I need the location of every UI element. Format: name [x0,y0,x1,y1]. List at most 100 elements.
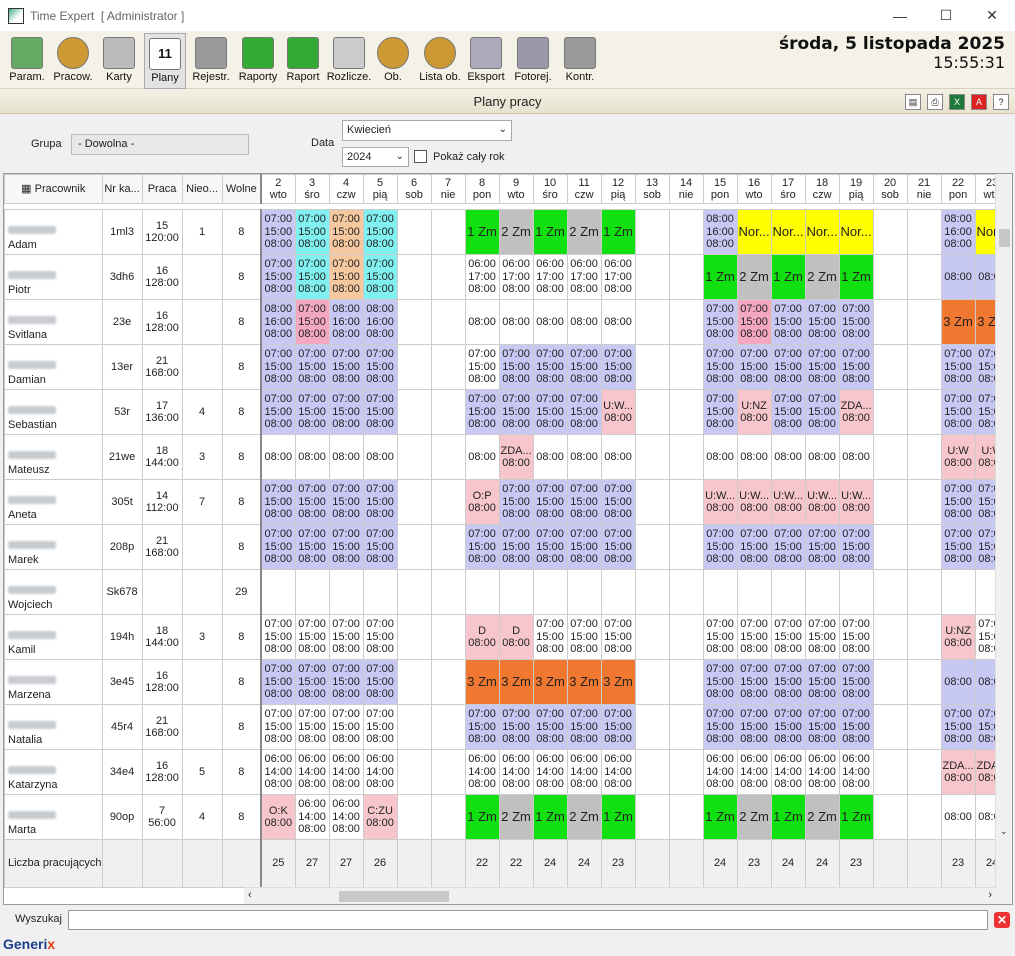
employee-row[interactable]: Adam 1ml3 15 120:00 1 8 07:00 15:00 08:00 07:00 15… [4,209,1010,255]
employee-row[interactable]: Natalia 45r4 21 168:00 8 07:00 15:00 08:00 07:00… [4,704,1010,750]
schedule-cell[interactable]: 07:00 15:00 08:00 [940,704,976,750]
schedule-cell[interactable] [872,434,908,480]
employee-name[interactable]: Natalia [4,704,103,750]
schedule-cell[interactable] [498,569,534,615]
schedule-cell[interactable]: 08:00 [736,434,772,480]
schedule-cell[interactable] [668,479,704,525]
column-header[interactable]: Nieo... [181,174,223,204]
schedule-cell[interactable]: 06:00 17:00 08:00 [532,254,568,300]
schedule-cell[interactable] [838,569,874,615]
schedule-cell[interactable] [906,749,942,795]
schedule-cell[interactable]: 1 Zm [702,794,738,840]
schedule-cell[interactable]: 07:00 15:00 08:00 [804,299,840,345]
employee-row[interactable]: Marta 90op 7 56:00 4 8 O:K 08:00 06:00 14:00 08:00… [4,794,1010,840]
schedule-cell[interactable]: 07:00 15:00 08:00 [294,299,330,345]
schedule-cell[interactable]: 07:00 15:00 08:00 [838,299,874,345]
schedule-cell[interactable]: 07:00 15:00 08:00 [362,389,398,435]
schedule-cell[interactable]: 07:00 15:00 08:00 [260,344,296,390]
schedule-cell[interactable] [668,614,704,660]
schedule-cell[interactable]: 06:00 14:00 08:00 [702,749,738,795]
schedule-cell[interactable]: 07:00 15:00 08:00 [260,524,296,570]
show-year-checkbox[interactable] [414,150,427,163]
schedule-cell[interactable]: ZDA... 08:00 [940,749,976,795]
schedule-cell[interactable] [430,749,466,795]
schedule-cell[interactable]: 06:00 14:00 08:00 [294,794,330,840]
schedule-cell[interactable]: 07:00 15:00 08:00 [294,254,330,300]
schedule-cell[interactable]: 08:00 [702,434,738,480]
print-preview-icon[interactable]: ▤ [905,94,921,110]
employee-name[interactable]: Marek [4,524,103,570]
schedule-cell[interactable]: 07:00 15:00 08:00 [498,524,534,570]
schedule-cell[interactable] [702,569,738,615]
schedule-cell[interactable]: 07:00 15:00 08:00 [328,704,364,750]
schedule-cell[interactable]: 07:00 15:00 08:00 [600,704,636,750]
schedule-cell[interactable]: 07:00 15:00 08:00 [736,704,772,750]
schedule-cell[interactable] [430,659,466,705]
schedule-cell[interactable]: 2 Zm [566,794,602,840]
schedule-cell[interactable]: 07:00 15:00 08:00 [362,524,398,570]
schedule-cell[interactable] [906,524,942,570]
schedule-cell[interactable]: 07:00 15:00 08:00 [260,254,296,300]
schedule-cell[interactable]: 07:00 15:00 08:00 [532,479,568,525]
schedule-cell[interactable]: U:W 08:00 [940,434,976,480]
schedule-cell[interactable]: Nor... [770,209,806,255]
schedule-cell[interactable] [770,569,806,615]
schedule-cell[interactable] [872,524,908,570]
schedule-cell[interactable] [634,569,670,615]
schedule-cell[interactable]: 06:00 17:00 08:00 [464,254,500,300]
day-header[interactable]: 6 sob [396,174,432,204]
schedule-cell[interactable] [668,254,704,300]
schedule-cell[interactable]: 2 Zm [736,254,772,300]
schedule-cell[interactable]: 07:00 15:00 08:00 [702,524,738,570]
schedule-cell[interactable] [872,749,908,795]
day-header[interactable]: 5 pią [362,174,398,204]
schedule-cell[interactable] [294,569,330,615]
schedule-cell[interactable]: 08:00 [328,434,364,480]
schedule-cell[interactable] [668,209,704,255]
column-header[interactable]: Nr ka... [101,174,143,204]
schedule-cell[interactable] [396,299,432,345]
schedule-cell[interactable]: 07:00 15:00 08:00 [532,344,568,390]
schedule-cell[interactable]: 07:00 15:00 08:00 [260,479,296,525]
schedule-cell[interactable]: 07:00 15:00 08:00 [736,614,772,660]
day-header[interactable]: 14 nie [668,174,704,204]
schedule-cell[interactable]: 3 Zm [464,659,500,705]
schedule-cell[interactable]: 07:00 15:00 08:00 [294,389,330,435]
schedule-cell[interactable]: 07:00 15:00 08:00 [804,344,840,390]
schedule-cell[interactable]: 07:00 15:00 08:00 [498,479,534,525]
schedule-cell[interactable] [600,569,636,615]
schedule-cell[interactable] [668,659,704,705]
schedule-cell[interactable]: 07:00 15:00 08:00 [940,479,976,525]
toolbar-param-button[interactable]: Param. [4,33,50,89]
excel-icon[interactable]: X [949,94,965,110]
schedule-cell[interactable]: 07:00 15:00 08:00 [838,344,874,390]
schedule-cell[interactable]: ZDA... 08:00 [838,389,874,435]
schedule-cell[interactable]: 07:00 15:00 08:00 [600,344,636,390]
schedule-cell[interactable]: 07:00 15:00 08:00 [736,344,772,390]
schedule-cell[interactable] [328,569,364,615]
schedule-cell[interactable] [906,704,942,750]
schedule-cell[interactable]: 07:00 15:00 08:00 [702,389,738,435]
employee-name[interactable]: Svitlana [4,299,103,345]
schedule-cell[interactable] [906,254,942,300]
schedule-cell[interactable]: 07:00 15:00 08:00 [532,524,568,570]
schedule-cell[interactable]: U:W... 08:00 [770,479,806,525]
schedule-cell[interactable]: 07:00 15:00 08:00 [600,524,636,570]
schedule-cell[interactable]: 07:00 15:00 08:00 [600,614,636,660]
schedule-cell[interactable]: 07:00 15:00 08:00 [600,479,636,525]
schedule-cell[interactable] [668,794,704,840]
schedule-cell[interactable] [872,389,908,435]
schedule-cell[interactable] [634,524,670,570]
schedule-cell[interactable]: O:K 08:00 [260,794,296,840]
schedule-cell[interactable]: 07:00 15:00 08:00 [702,344,738,390]
schedule-cell[interactable]: 07:00 15:00 08:00 [260,614,296,660]
schedule-cell[interactable]: 07:00 15:00 08:00 [362,614,398,660]
schedule-cell[interactable]: 07:00 15:00 08:00 [260,659,296,705]
toolbar-rozlicze-button[interactable]: Rozlicze. [326,33,372,89]
schedule-cell[interactable]: 07:00 15:00 08:00 [260,209,296,255]
day-header[interactable]: 4 czw [328,174,364,204]
schedule-cell[interactable]: C:ZU 08:00 [362,794,398,840]
schedule-cell[interactable]: 06:00 14:00 08:00 [498,749,534,795]
schedule-cell[interactable] [906,569,942,615]
employee-row[interactable]: Sebastian 53r 17 136:00 4 8 07:00 15:00 08:00 07:… [4,389,1010,435]
